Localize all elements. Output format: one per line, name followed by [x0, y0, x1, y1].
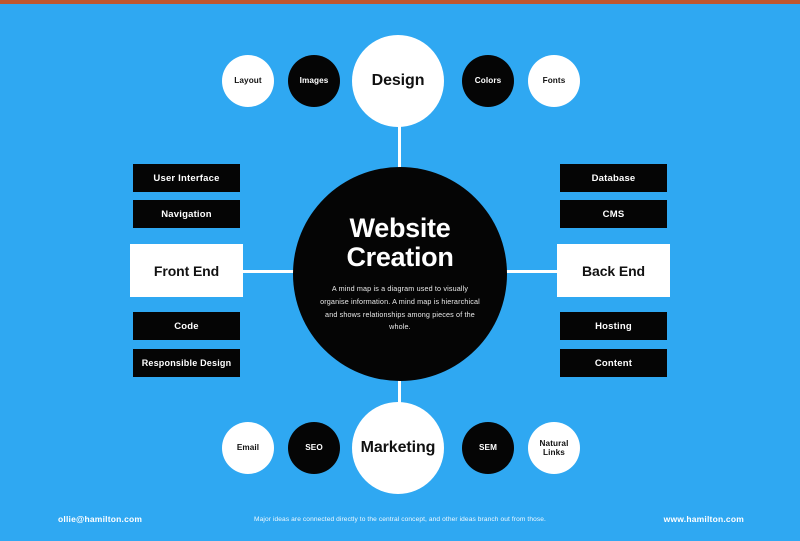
leaf-node-natural-links[interactable]: Natural Links	[528, 422, 580, 474]
leaf-node-seo[interactable]: SEO	[288, 422, 340, 474]
leaf-node-label: Hosting	[595, 320, 632, 332]
central-node-website-creation[interactable]: Website Creation A mind map is a diagram…	[293, 167, 507, 381]
leaf-node-label: CMS	[602, 208, 625, 220]
leaf-node-sem[interactable]: SEM	[462, 422, 514, 474]
branch-node-back-end[interactable]: Back End	[557, 244, 670, 297]
central-node-title: Website Creation	[346, 213, 454, 273]
branch-node-label: Front End	[153, 262, 220, 279]
branch-node-label: Design	[371, 71, 425, 89]
mind-map-poster: Website Creation A mind map is a diagram…	[0, 0, 800, 541]
leaf-node-label: Email	[236, 443, 260, 453]
leaf-node-user-interface[interactable]: User Interface	[133, 164, 240, 192]
footer-website[interactable]: www.hamilton.com	[664, 514, 744, 524]
leaf-node-database[interactable]: Database	[560, 164, 667, 192]
leaf-node-images[interactable]: Images	[288, 55, 340, 107]
leaf-node-label: Content	[594, 357, 633, 369]
leaf-node-label: Navigation	[161, 208, 212, 220]
leaf-node-label: Colors	[474, 76, 502, 86]
leaf-node-email[interactable]: Email	[222, 422, 274, 474]
leaf-node-label: Images	[299, 76, 329, 86]
central-node-description: A mind map is a diagram used to visually…	[320, 284, 480, 332]
branch-node-label: Marketing	[360, 438, 436, 456]
leaf-node-layout[interactable]: Layout	[222, 55, 274, 107]
leaf-node-code[interactable]: Code	[133, 312, 240, 340]
branch-node-marketing[interactable]: Marketing	[352, 402, 444, 494]
leaf-node-cms[interactable]: CMS	[560, 200, 667, 228]
leaf-node-label: SEM	[478, 443, 498, 453]
leaf-node-label: Responsible Design	[141, 358, 232, 368]
leaf-node-label: Database	[591, 172, 636, 184]
branch-node-front-end[interactable]: Front End	[130, 244, 243, 297]
leaf-node-label: Fonts	[542, 76, 566, 86]
footer-caption: Major ideas are connected directly to th…	[254, 516, 546, 523]
leaf-node-colors[interactable]: Colors	[462, 55, 514, 107]
leaf-node-navigation[interactable]: Navigation	[133, 200, 240, 228]
leaf-node-fonts[interactable]: Fonts	[528, 55, 580, 107]
leaf-node-label: User Interface	[153, 172, 220, 184]
leaf-node-label: Layout	[234, 76, 262, 86]
leaf-node-label: SEO	[305, 443, 323, 453]
leaf-node-label: Code	[174, 320, 199, 332]
top-accent-strip	[0, 0, 800, 4]
leaf-node-hosting[interactable]: Hosting	[560, 312, 667, 340]
leaf-node-content[interactable]: Content	[560, 349, 667, 377]
branch-node-design[interactable]: Design	[352, 35, 444, 127]
leaf-node-label: Natural Links	[539, 438, 569, 457]
leaf-node-responsible-design[interactable]: Responsible Design	[133, 349, 240, 377]
footer-email[interactable]: ollie@hamilton.com	[58, 514, 142, 524]
branch-node-label: Back End	[582, 262, 645, 279]
